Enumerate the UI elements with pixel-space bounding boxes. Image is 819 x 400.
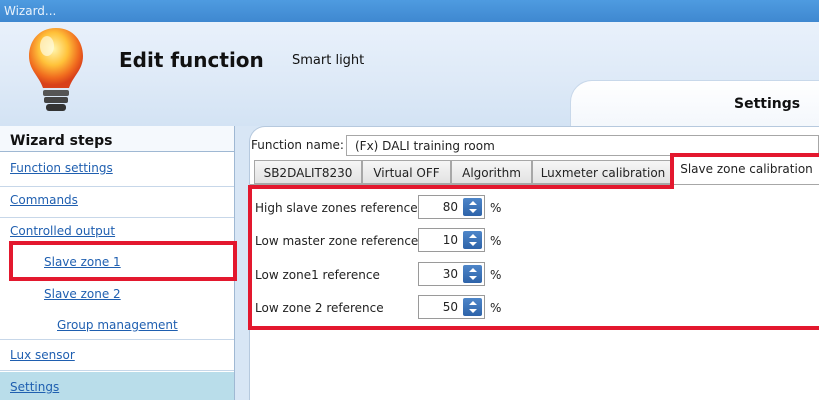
tab-settings-label: Settings [734, 96, 801, 112]
sidebar-item-function-settings[interactable]: Function settings [10, 161, 113, 175]
function-name-label: Function name: [251, 138, 344, 152]
wizard-header: Edit function Smart light Settings [0, 22, 819, 128]
highlight-frame-nav [9, 241, 237, 281]
nav-separator [0, 370, 234, 371]
window-title: Wizard... [4, 4, 57, 18]
sidebar-item-group-management[interactable]: Group management [57, 318, 178, 332]
sidebar-item-slave-zone-2[interactable]: Slave zone 2 [44, 287, 121, 301]
nav-separator [0, 217, 234, 218]
highlight-frame-params [248, 189, 819, 330]
sidebar-item-settings[interactable]: Settings [10, 380, 59, 394]
page-subtitle: Smart light [292, 53, 365, 68]
highlight-frame-tab [670, 153, 819, 189]
nav-separator [0, 339, 234, 340]
sidebar-heading: Wizard steps [0, 126, 234, 152]
page-title: Edit function [119, 48, 264, 72]
sidebar-item-commands[interactable]: Commands [10, 193, 78, 207]
sidebar-item-controlled-output[interactable]: Controlled output [10, 224, 115, 238]
lightbulb-icon [29, 28, 83, 111]
tab-algorithm[interactable]: Algorithm [451, 160, 532, 184]
tab-luxmeter-calibration[interactable]: Luxmeter calibration [532, 160, 674, 184]
tab-sb2dalit8230[interactable]: SB2DALIT8230 [254, 160, 362, 184]
tab-virtual-off[interactable]: Virtual OFF [362, 160, 451, 184]
nav-separator [0, 186, 234, 187]
sidebar-item-lux-sensor[interactable]: Lux sensor [10, 348, 75, 362]
window-title-bar: Wizard... [0, 0, 819, 22]
tab-settings-header[interactable]: Settings [570, 80, 819, 128]
